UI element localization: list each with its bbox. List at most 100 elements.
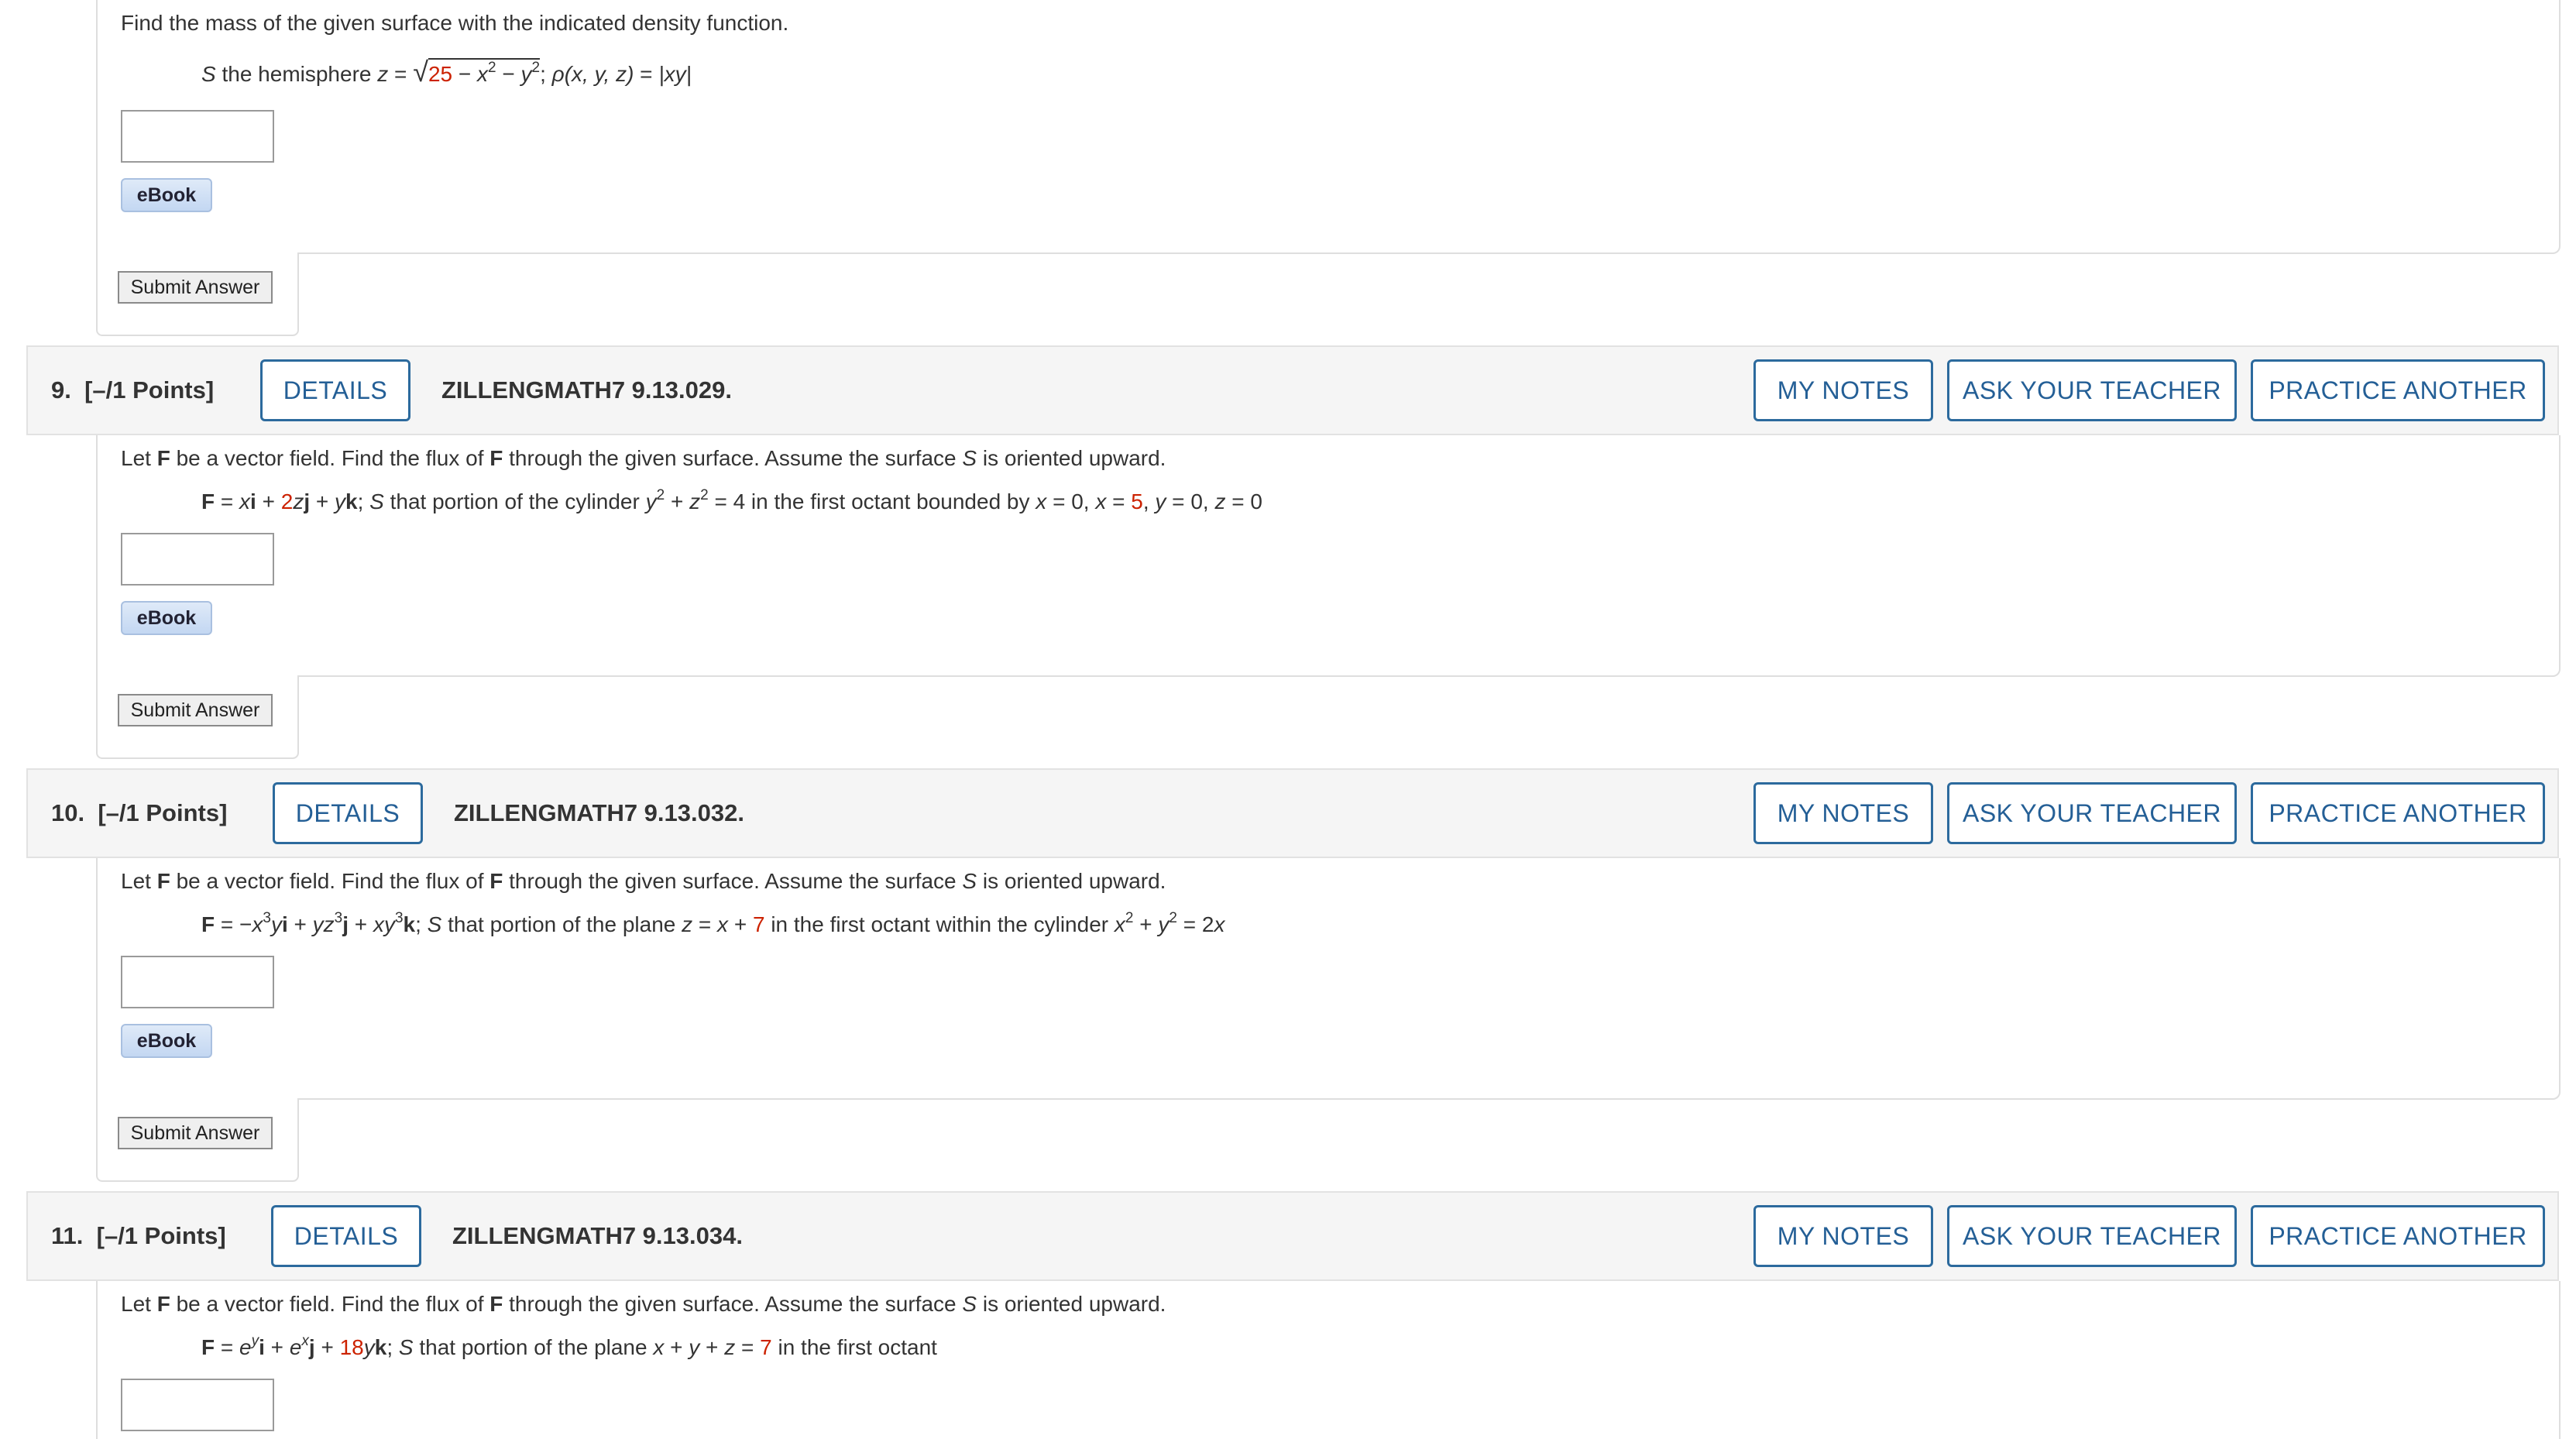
formula-text: the hemisphere <box>215 62 378 86</box>
my-notes-button[interactable]: MY NOTES <box>1753 1205 1933 1267</box>
details-button[interactable]: DETAILS <box>260 359 410 421</box>
prompt-text: is oriented upward. <box>977 446 1166 470</box>
formula-text: = − <box>215 912 252 936</box>
formula-var: S <box>427 912 442 936</box>
formula-value: 25 <box>428 62 453 86</box>
formula-text: + <box>1133 912 1159 936</box>
question-9-prompt: Let F be a vector field. Find the flux o… <box>121 446 1166 471</box>
formula-text: that portion of the plane <box>413 1335 654 1359</box>
answer-input[interactable] <box>121 956 274 1008</box>
formula-text: − <box>452 62 478 86</box>
question-code: ZILLENGMATH7 9.13.029. <box>441 376 732 404</box>
formula-var: x <box>1114 912 1125 936</box>
formula-var: ρ <box>551 62 565 86</box>
prompt-text: be a vector field. Find the flux of <box>170 446 490 470</box>
answer-input[interactable] <box>121 110 274 163</box>
formula-bold: j <box>342 912 349 936</box>
formula-text: + <box>699 1335 725 1359</box>
question-number: 9. [–/1 Points] <box>51 376 214 404</box>
formula-text: + <box>349 912 373 936</box>
formula-var: z <box>293 489 304 513</box>
formula-exponent: 3 <box>334 909 343 926</box>
formula-exponent: x <box>301 1332 309 1349</box>
formula-bold: j <box>304 489 311 513</box>
formula-var: y <box>689 1335 700 1359</box>
formula-var: x <box>1095 489 1107 513</box>
formula-var: y <box>270 912 282 936</box>
formula-exponent: 2 <box>1125 909 1134 926</box>
formula-exponent: 2 <box>488 59 496 76</box>
formula-text: + <box>314 1335 340 1359</box>
practice-another-button[interactable]: PRACTICE ANOTHER <box>2251 782 2545 844</box>
details-button[interactable]: DETAILS <box>273 782 423 844</box>
formula-exponent: 2 <box>1169 909 1177 926</box>
formula-value: 5 <box>1131 489 1143 513</box>
radicand: 25 − x2 − y2 <box>428 58 541 86</box>
question-8-body: Find the mass of the given surface with … <box>96 0 2561 254</box>
ask-your-teacher-button[interactable]: ASK YOUR TEACHER <box>1947 782 2237 844</box>
submit-tab: Submit Answer <box>96 1098 299 1182</box>
practice-another-button[interactable]: PRACTICE ANOTHER <box>2251 359 2545 421</box>
formula-exponent: 2 <box>531 59 541 76</box>
formula-var: y <box>1158 912 1170 936</box>
formula-text: + <box>728 912 753 936</box>
question-code: ZILLENGMATH7 9.13.034. <box>452 1222 743 1249</box>
my-notes-button[interactable]: MY NOTES <box>1753 782 1933 844</box>
formula-var: x <box>717 912 729 936</box>
ask-your-teacher-button[interactable]: ASK YOUR TEACHER <box>1947 359 2237 421</box>
question-9-body: Let F be a vector field. Find the flux o… <box>96 435 2561 677</box>
prompt-var: S <box>962 869 977 893</box>
question-9-header: 9. [–/1 Points] DETAILS ZILLENGMATH7 9.1… <box>26 345 2559 435</box>
answer-input[interactable] <box>121 533 274 586</box>
formula-text: + <box>256 489 281 513</box>
formula-value: 7 <box>752 912 765 936</box>
question-points: [–/1 Points] <box>84 376 215 404</box>
formula-bold: j <box>308 1335 315 1359</box>
formula-text: + <box>310 489 335 513</box>
formula-text: + <box>665 489 690 513</box>
formula-exponent: 2 <box>700 486 709 503</box>
formula-text: that portion of the cylinder <box>383 489 646 513</box>
formula-text: , <box>1142 489 1156 513</box>
formula-text: that portion of the plane <box>441 912 682 936</box>
formula-var: y <box>1155 489 1166 513</box>
practice-another-button[interactable]: PRACTICE ANOTHER <box>2251 1205 2545 1267</box>
prompt-text: is oriented upward. <box>977 1292 1166 1316</box>
question-11-body: Let F be a vector field. Find the flux o… <box>96 1281 2561 1439</box>
formula-var: |xy| <box>658 62 692 86</box>
ebook-button[interactable]: eBook <box>121 178 212 212</box>
formula-text: in the first octant within the cylinder <box>764 912 1115 936</box>
my-notes-button[interactable]: MY NOTES <box>1753 359 1933 421</box>
formula-text: ; <box>415 912 428 936</box>
answer-input[interactable] <box>121 1379 274 1431</box>
formula-bold: k <box>345 489 358 513</box>
formula-var: yz <box>312 912 335 936</box>
formula-bold: F <box>201 912 215 936</box>
formula-exponent: 3 <box>263 909 271 926</box>
formula-var: x <box>477 62 489 86</box>
formula-text: − <box>496 62 521 86</box>
submit-answer-button[interactable]: Submit Answer <box>118 1117 273 1149</box>
submit-answer-button[interactable]: Submit Answer <box>118 694 273 726</box>
question-number: 11. [–/1 Points] <box>51 1222 226 1250</box>
question-10-body: Let F be a vector field. Find the flux o… <box>96 858 2561 1100</box>
formula-var: S <box>369 489 384 513</box>
formula-bold: F <box>201 1335 215 1359</box>
ask-your-teacher-button[interactable]: ASK YOUR TEACHER <box>1947 1205 2237 1267</box>
question-9-formula: F = xi + 2zj + yk; S that portion of the… <box>201 486 1262 514</box>
formula-var: S <box>201 62 216 86</box>
formula-text: + <box>287 912 313 936</box>
submit-answer-button[interactable]: Submit Answer <box>118 271 273 304</box>
question-number-value: 10. <box>51 799 85 826</box>
ebook-button[interactable]: eBook <box>121 1024 212 1058</box>
formula-var: y <box>645 489 657 513</box>
formula-var: x <box>653 1335 665 1359</box>
ebook-button[interactable]: eBook <box>121 601 212 635</box>
details-button[interactable]: DETAILS <box>271 1205 421 1267</box>
formula-exponent: 3 <box>394 909 404 926</box>
formula-text: ; <box>357 489 370 513</box>
prompt-bold: F <box>156 446 170 470</box>
formula-text: = <box>1106 489 1132 513</box>
formula-text: + <box>664 1335 689 1359</box>
formula-text: = <box>634 62 659 86</box>
